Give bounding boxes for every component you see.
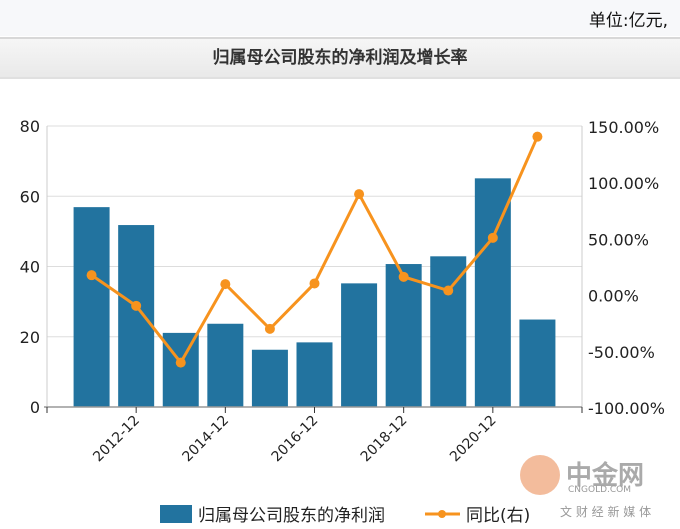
growth-point [131,300,142,311]
growth-point [532,131,543,142]
bar [162,332,199,407]
left-tick-label: 60 [20,187,40,206]
right-tick-label: -50.00% [588,343,655,362]
growth-point [398,271,409,282]
left-tick-label: 0 [30,398,40,417]
growth-point [175,357,186,368]
x-tick-label: 2012-12 [90,413,143,466]
x-tick-label: 2014-12 [179,413,232,466]
legend-bar-label: 归属母公司股东的净利润 [198,506,385,526]
growth-line [90,136,539,366]
legend-line-label: 同比(右) [466,506,530,526]
watermark-slogan: 文 财 经 新 媒 体 [560,505,652,519]
growth-point [309,278,320,289]
watermark-logo-icon [520,455,560,495]
growth-point [354,189,365,200]
growth-point [443,285,454,296]
bar [207,323,244,407]
bar [251,349,288,407]
growth-point [487,232,498,243]
bar [296,342,333,407]
x-tick-label: 2016-12 [269,413,322,466]
watermark-domain: CNGOLD.COM [568,485,632,495]
right-tick-label: 150.00% [588,118,659,137]
right-tick-label: 50.00% [588,230,649,249]
growth-point [86,270,97,281]
right-tick-label: 0.00% [588,287,639,306]
left-tick-label: 40 [20,258,40,277]
legend-line-marker [438,510,446,518]
growth-point [220,279,231,290]
growth-point [264,323,275,334]
legend-bar-swatch [160,505,192,523]
right-tick-label: -100.00% [588,399,665,418]
x-tick-label: 2018-12 [358,413,411,466]
bar [73,207,110,407]
left-tick-label: 80 [20,117,40,136]
bar [118,225,155,407]
right-tick-label: 100.00% [588,174,659,193]
bar [519,319,556,407]
bar [385,264,422,407]
bar [341,283,378,407]
x-tick-label: 2020-12 [447,413,500,466]
bar [430,256,467,407]
chart: 0 20 40 60 80 -100.00% -50.00% 0.00% 50.00% 100.0… [20,117,665,526]
left-tick-label: 20 [20,328,40,347]
